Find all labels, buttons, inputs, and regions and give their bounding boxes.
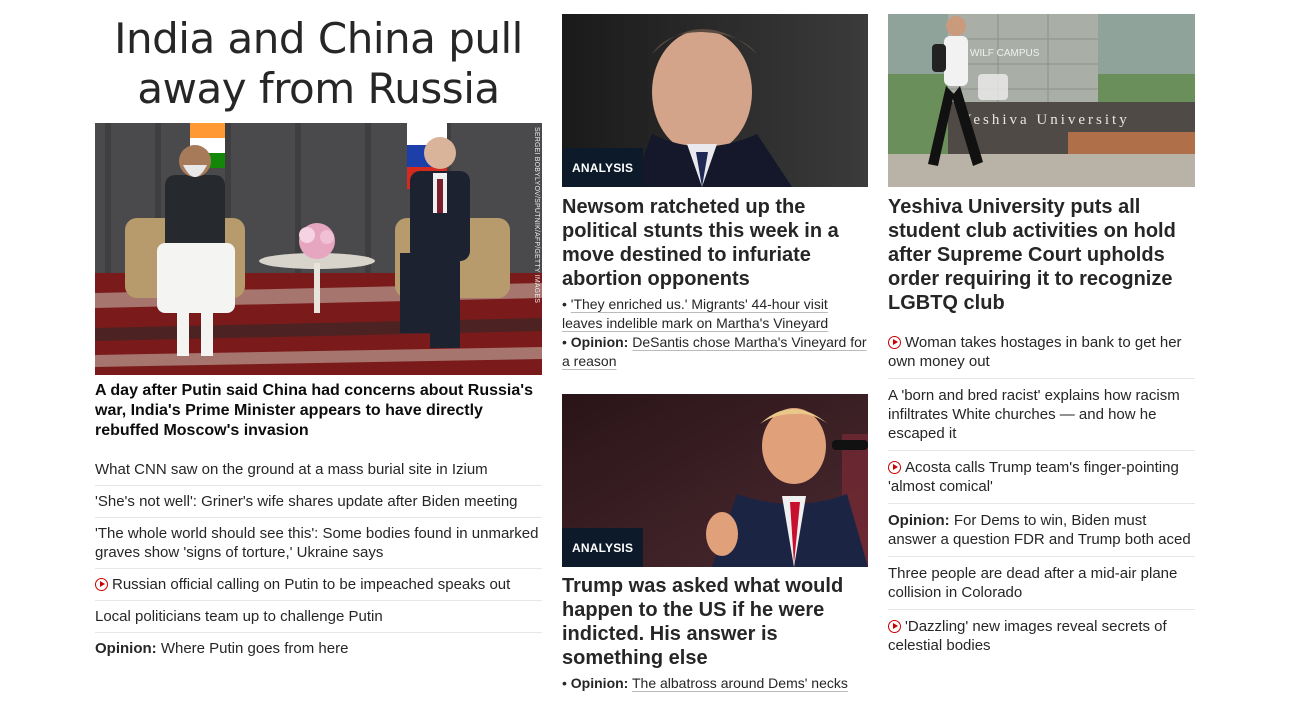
list-item[interactable]: A 'born and bred racist' explains how ra… [888, 378, 1195, 450]
lead-image-putin-modi[interactable]: SERGEI BOBYLYOV/SPUTNIK/AFP/GETTY IMAGES [95, 123, 542, 375]
trump-related-list: • Opinion: The albatross around Dems' ne… [562, 674, 868, 693]
bullet-link[interactable]: Opinion: The albatross around Dems' neck… [571, 675, 848, 691]
yeshiva-image[interactable]: Yeshiva University WILF CAMPUS [888, 14, 1195, 187]
headline-link[interactable]: A 'born and bred racist' explains how ra… [888, 387, 1180, 442]
list-item[interactable]: 'She's not well': Griner's wife shares u… [95, 485, 542, 517]
bullet-link[interactable]: 'They enriched us.' Migrants' 44-hour vi… [562, 296, 828, 331]
headline-link[interactable]: Opinion: For Dems to win, Biden must ans… [888, 512, 1191, 548]
list-item[interactable]: 'Dazzling' new images reveal secrets of … [888, 609, 1195, 662]
bullet-text: The albatross around Dems' necks [631, 675, 848, 691]
lead-story-column: India and China pull away from Russia SE… [95, 14, 542, 657]
headline-link[interactable]: 'She's not well': Griner's wife shares u… [95, 492, 542, 511]
headlines-list: Woman takes hostages in bank to get her … [888, 326, 1195, 662]
lead-photo [95, 123, 542, 375]
list-item[interactable]: • Opinion: The albatross around Dems' ne… [562, 674, 868, 693]
video-play-icon [888, 620, 901, 633]
opinion-label: Opinion: [570, 334, 629, 350]
yeshiva-photo: Yeshiva University WILF CAMPUS [888, 14, 1195, 187]
analysis-badge: ANALYSIS [562, 148, 644, 187]
headline-text: Acosta calls Trump team's finger-pointin… [888, 459, 1179, 495]
headline-link[interactable]: Woman takes hostages in bank to get her … [888, 334, 1182, 370]
list-item[interactable]: 'The whole world should see this': Some … [95, 517, 542, 568]
opinion-label: Opinion: [570, 675, 629, 691]
image-credit: SERGEI BOBYLYOV/SPUTNIK/AFP/GETTY IMAGES [533, 127, 540, 304]
headline-text: Woman takes hostages in bank to get her … [888, 334, 1182, 370]
yeshiva-headline[interactable]: Yeshiva University puts all student club… [888, 195, 1195, 315]
lead-headline[interactable]: India and China pull away from Russia [95, 14, 542, 114]
opinion-label: Opinion: [888, 512, 950, 529]
list-item[interactable]: Russian official calling on Putin to be … [95, 568, 542, 600]
headline-link[interactable]: Opinion: Where Putin goes from here [95, 639, 542, 658]
headline-link[interactable]: Yeshiva University puts all student club… [888, 196, 1176, 314]
trump-image[interactable]: ANALYSIS [562, 394, 868, 567]
newsom-image[interactable]: ANALYSIS [562, 14, 868, 187]
bullet-link[interactable]: Opinion: DeSantis chose Martha's Vineyar… [562, 334, 867, 369]
headline-link[interactable]: Newsom ratcheted up the political stunts… [562, 196, 839, 290]
sign-text: Yeshiva University [961, 112, 1130, 128]
headline-text: Where Putin goes from here [156, 640, 349, 657]
video-play-icon [95, 578, 108, 591]
opinion-label: Opinion: [95, 640, 157, 657]
list-item[interactable]: What CNN saw on the ground at a mass bur… [95, 454, 542, 485]
newsom-related-list: • 'They enriched us.' Migrants' 44-hour … [562, 295, 868, 371]
headline-link[interactable]: 'The whole world should see this': Some … [95, 524, 542, 562]
headline-link[interactable]: 'Dazzling' new images reveal secrets of … [888, 618, 1167, 654]
lead-caption-link[interactable]: A day after Putin said China had concern… [95, 382, 533, 439]
trump-headline[interactable]: Trump was asked what would happen to the… [562, 574, 868, 670]
headline-link[interactable]: What CNN saw on the ground at a mass bur… [95, 460, 542, 479]
lead-caption-headline[interactable]: A day after Putin said China had concern… [95, 381, 542, 441]
headline-link[interactable]: Local politicians team up to challenge P… [95, 607, 542, 626]
lead-headline-link[interactable]: India and China pull away from Russia [95, 14, 542, 114]
video-play-icon [888, 461, 901, 474]
list-item[interactable]: • 'They enriched us.' Migrants' 44-hour … [562, 295, 868, 333]
sign-small-text: WILF CAMPUS [970, 48, 1040, 59]
related-headlines-list: What CNN saw on the ground at a mass bur… [95, 454, 542, 664]
list-item[interactable]: Woman takes hostages in bank to get her … [888, 326, 1195, 378]
headline-text: 'Dazzling' new images reveal secrets of … [888, 618, 1167, 654]
bullet-text: 'They enriched us.' Migrants' 44-hour vi… [562, 296, 829, 331]
newsom-headline[interactable]: Newsom ratcheted up the political stunts… [562, 195, 868, 291]
headline-link[interactable]: Russian official calling on Putin to be … [95, 575, 542, 594]
list-item[interactable]: • Opinion: DeSantis chose Martha's Viney… [562, 333, 868, 371]
list-item[interactable]: Opinion: For Dems to win, Biden must ans… [888, 503, 1195, 556]
analysis-badge: ANALYSIS [562, 528, 644, 567]
list-item[interactable]: Acosta calls Trump team's finger-pointin… [888, 450, 1195, 503]
headline-link[interactable]: Three people are dead after a mid-air pl… [888, 565, 1177, 601]
headline-text: Russian official calling on Putin to be … [112, 576, 511, 593]
headline-link[interactable]: Trump was asked what would happen to the… [562, 575, 843, 669]
list-item[interactable]: Three people are dead after a mid-air pl… [888, 556, 1195, 609]
video-play-icon [888, 336, 901, 349]
list-item[interactable]: Opinion: Where Putin goes from here [95, 632, 542, 664]
headline-link[interactable]: Acosta calls Trump team's finger-pointin… [888, 459, 1179, 495]
list-item[interactable]: Local politicians team up to challenge P… [95, 600, 542, 632]
